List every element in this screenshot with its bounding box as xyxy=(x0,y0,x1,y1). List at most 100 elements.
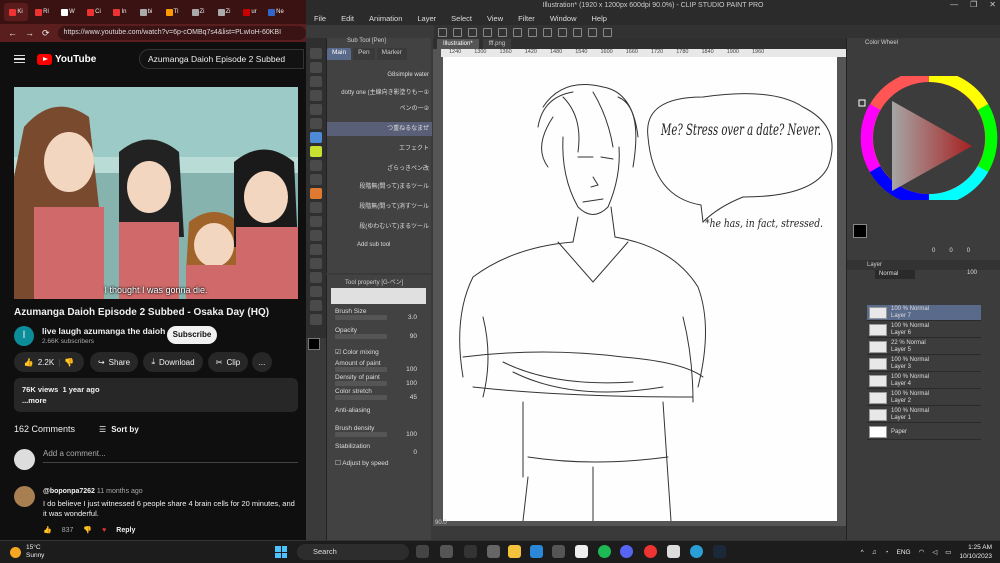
language-indicator[interactable]: ENG xyxy=(897,549,911,556)
more-actions-button[interactable]: ... xyxy=(252,352,272,372)
pen-tool-icon[interactable] xyxy=(310,132,322,143)
commenter-avatar[interactable] xyxy=(14,486,35,507)
browser-tab[interactable]: Ci xyxy=(82,3,106,21)
transform-icon[interactable] xyxy=(528,27,537,37)
blend-tool-icon[interactable] xyxy=(310,216,322,227)
main-color-swatch[interactable] xyxy=(853,224,867,238)
operation-tool-icon[interactable] xyxy=(310,76,322,87)
lasso-tool-icon[interactable] xyxy=(310,90,322,101)
clock[interactable]: 1:25 AM 10/10/2023 xyxy=(959,543,992,561)
canvas-tab[interactable]: fff.png xyxy=(482,39,512,49)
close-icon[interactable]: ✕ xyxy=(989,0,996,9)
thumbs-down-icon[interactable]: 👎 xyxy=(64,358,74,367)
amount-of-paint-slider[interactable]: Amount of paint 100 xyxy=(335,360,429,373)
wifi-sym-icon[interactable]: ◔ xyxy=(885,549,889,556)
discord-icon[interactable] xyxy=(620,545,633,558)
decoration-tool-icon[interactable] xyxy=(310,188,322,199)
forward-icon[interactable]: → xyxy=(25,28,34,38)
zoom-level[interactable]: 90.0 xyxy=(435,520,447,526)
ruler-tool-icon[interactable] xyxy=(310,286,322,297)
zoom-tool-icon[interactable] xyxy=(310,48,322,59)
browser-tab[interactable]: ur xyxy=(238,3,262,21)
menu-view[interactable]: View xyxy=(487,12,503,25)
brush-item[interactable]: 段階無(間って)消すツール xyxy=(327,200,432,214)
subscribe-button[interactable]: Subscribe xyxy=(167,326,217,344)
menu-icon[interactable] xyxy=(14,55,25,63)
frame-tool-icon[interactable] xyxy=(310,272,322,283)
brush-item[interactable]: 段階無(間って)まるツール xyxy=(327,180,432,194)
sort-button[interactable]: ☰ Sort by xyxy=(99,425,139,434)
steam-icon[interactable] xyxy=(713,545,726,558)
layer-row[interactable]: 100 % Normal Layer 3 xyxy=(867,356,981,372)
search-input[interactable]: Azumanga Daioh Episode 2 Subbed xyxy=(139,49,304,69)
browser-tab[interactable]: bi xyxy=(134,3,158,21)
browser-tab[interactable]: W xyxy=(56,3,80,21)
layer-row[interactable]: 100 % Normal Layer 7 xyxy=(867,305,981,321)
app-icon[interactable] xyxy=(690,545,703,558)
eyedropper-icon[interactable] xyxy=(310,118,322,129)
snap-grid-icon[interactable] xyxy=(603,27,612,37)
stabilization-slider[interactable]: Stabilization 0 xyxy=(335,443,429,456)
chevron-up-icon[interactable]: ^ xyxy=(861,549,864,556)
browser-tab[interactable]: Tl xyxy=(160,3,184,21)
color-wheel[interactable] xyxy=(847,76,1000,200)
brush-tool-icon[interactable] xyxy=(310,160,322,171)
brush-item[interactable]: dotty one (主線向き影塗りもー① xyxy=(327,86,432,100)
reply-button[interactable]: Reply xyxy=(116,527,135,534)
bell-icon[interactable]: ♫ xyxy=(872,549,877,556)
airbrush-tool-icon[interactable] xyxy=(310,174,322,185)
move-tool-icon[interactable] xyxy=(310,62,322,73)
browser-tab[interactable]: Zi xyxy=(212,3,236,21)
brush-item[interactable]: 段(ゆわむいて)まるツール xyxy=(327,220,432,234)
share-button[interactable]: ↪ Share xyxy=(90,352,138,372)
drawing-canvas[interactable]: Me? Stress over a date? Never. *he has, … xyxy=(443,57,837,522)
minimize-icon[interactable]: — xyxy=(950,0,958,9)
density-of-paint-slider[interactable]: Density of paint 100 xyxy=(335,374,429,387)
reload-icon[interactable]: ⟳ xyxy=(42,28,50,39)
menu-select[interactable]: Select xyxy=(451,12,472,25)
layer-row[interactable]: 100 % Normal Layer 2 xyxy=(867,390,981,406)
snap-ruler-icon[interactable] xyxy=(588,27,597,37)
anti-aliasing-selector[interactable]: Anti-aliasing xyxy=(335,407,429,414)
camera-app-icon[interactable] xyxy=(464,545,477,558)
browser-tab[interactable]: Zi xyxy=(186,3,210,21)
save-icon[interactable] xyxy=(468,27,477,37)
brush-item-selected[interactable]: つ重ねるなまぜ xyxy=(327,122,432,136)
layer-row[interactable]: 100 % Normal Layer 1 xyxy=(867,407,981,423)
browser-tab[interactable]: Rl xyxy=(30,3,54,21)
clear-icon[interactable] xyxy=(513,27,522,37)
add-subtool-button[interactable]: Add sub tool xyxy=(357,242,390,248)
channel-name[interactable]: live laugh azumanga the daioh xyxy=(42,326,165,336)
chrome-icon[interactable] xyxy=(644,545,657,558)
task-view-icon[interactable] xyxy=(416,545,429,558)
back-icon[interactable]: ← xyxy=(8,28,17,38)
browser-tab[interactable]: In xyxy=(108,3,132,21)
taskbar-search[interactable]: Search xyxy=(297,544,409,560)
download-button[interactable]: ⤓ Download xyxy=(143,352,203,372)
file-explorer-icon[interactable] xyxy=(508,545,521,558)
battery-icon[interactable]: ▭ xyxy=(945,548,951,556)
select-all-icon[interactable] xyxy=(558,27,567,37)
show-more-link[interactable]: ...more xyxy=(22,395,290,406)
brush-item[interactable]: ペンの一② xyxy=(327,102,432,116)
figure-tool-icon[interactable] xyxy=(310,258,322,269)
menu-layer[interactable]: Layer xyxy=(417,12,436,25)
open-icon[interactable] xyxy=(453,27,462,37)
wifi-icon[interactable]: ◠ xyxy=(919,548,925,556)
description-box[interactable]: 76K views 1 year ago ...more xyxy=(14,378,298,412)
layer-opacity[interactable]: 100 xyxy=(967,270,977,276)
browser-tab[interactable]: Ne xyxy=(264,3,288,21)
gradient-tool-icon[interactable] xyxy=(310,244,322,255)
brush-density-slider[interactable]: Brush density 100 xyxy=(335,425,429,438)
store-icon[interactable] xyxy=(552,545,565,558)
volume-icon[interactable]: ◁ xyxy=(932,548,937,556)
undo-icon[interactable] xyxy=(483,27,492,37)
auto-select-icon[interactable] xyxy=(310,104,322,115)
menu-file[interactable]: File xyxy=(314,12,326,25)
adjust-by-speed-checkbox[interactable]: ☐ Adjust by speed xyxy=(335,459,429,467)
brush-size-slider[interactable]: Brush Size 3.0 xyxy=(335,308,429,321)
brush-item[interactable]: G8simple water xyxy=(327,68,432,82)
menu-edit[interactable]: Edit xyxy=(341,12,354,25)
windows-start-icon[interactable] xyxy=(275,546,287,558)
layer-row-paper[interactable]: Paper xyxy=(867,424,981,440)
